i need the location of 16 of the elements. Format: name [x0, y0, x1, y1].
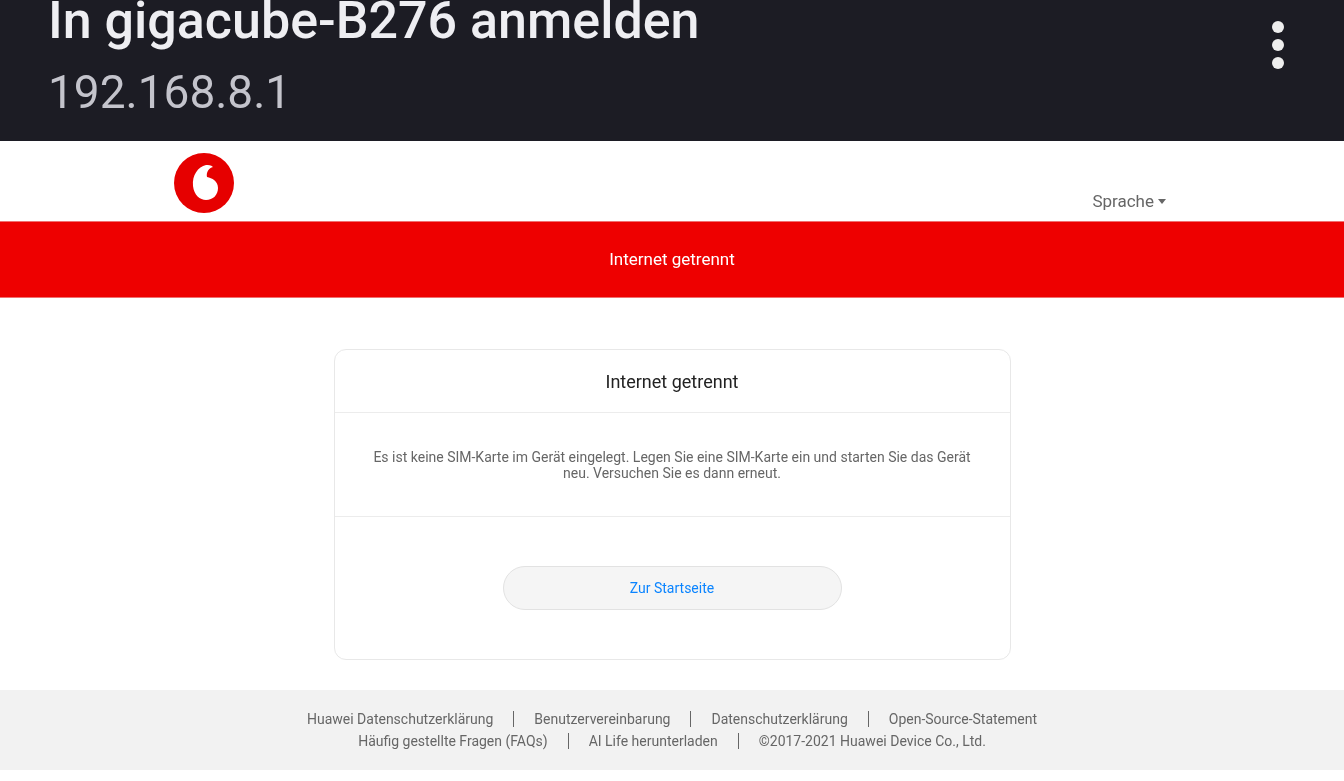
dialog-message: Es ist keine SIM-Karte im Gerät eingelegt. Legen Sie eine SIM-Karte ein und starten Sie das Gerät neu. Versuchen Sie es dann erneut. — [372, 448, 972, 481]
more-icon[interactable] — [1271, 20, 1285, 70]
footer-link[interactable]: Häufig gestellte Fragen (FAQs) — [358, 732, 548, 750]
footer-link[interactable]: AI Life herunterladen — [588, 732, 718, 750]
footer-link[interactable]: Huawei Datenschutzerklärung — [306, 710, 494, 728]
url-text: 192.168.8.1 — [48, 64, 293, 120]
dialog-title: Internet getrennt — [605, 369, 739, 394]
footer-link[interactable]: Datenschutzerklärung — [711, 710, 848, 728]
home-button[interactable]: Zur Startseite — [502, 566, 842, 610]
footer-link[interactable]: Open-Source-Statement — [888, 710, 1038, 728]
language-menu[interactable]: Sprache — [1092, 189, 1166, 215]
caret-icon — [1158, 199, 1166, 205]
footer-link[interactable]: Benutzervereinbarung — [534, 710, 671, 728]
copyright-text: ©2017-2021 Huawei Device Co., Ltd. — [758, 732, 986, 750]
logo-icon — [174, 153, 234, 213]
status-text: Internet getrennt — [609, 247, 735, 271]
